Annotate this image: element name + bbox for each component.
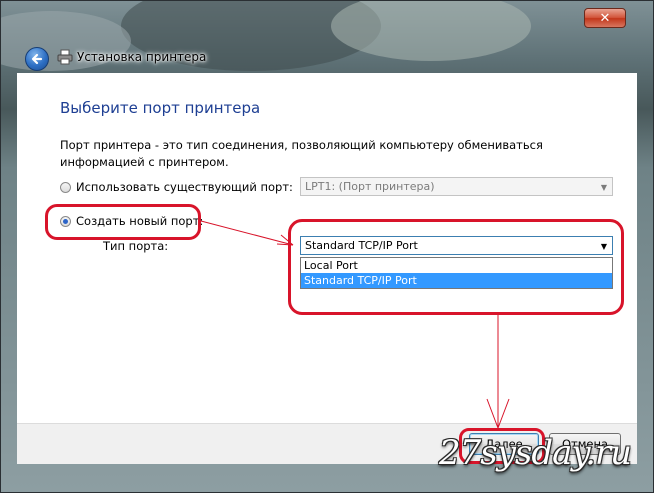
annotation-arrows <box>200 220 510 429</box>
annotation-arrowhead <box>276 234 294 246</box>
annotation-arrow-line <box>200 220 294 246</box>
watermark-logo: 27sysday.ru <box>439 433 632 473</box>
window-frame: ✕ Установка принтера Выберите порт принт… <box>0 0 654 493</box>
